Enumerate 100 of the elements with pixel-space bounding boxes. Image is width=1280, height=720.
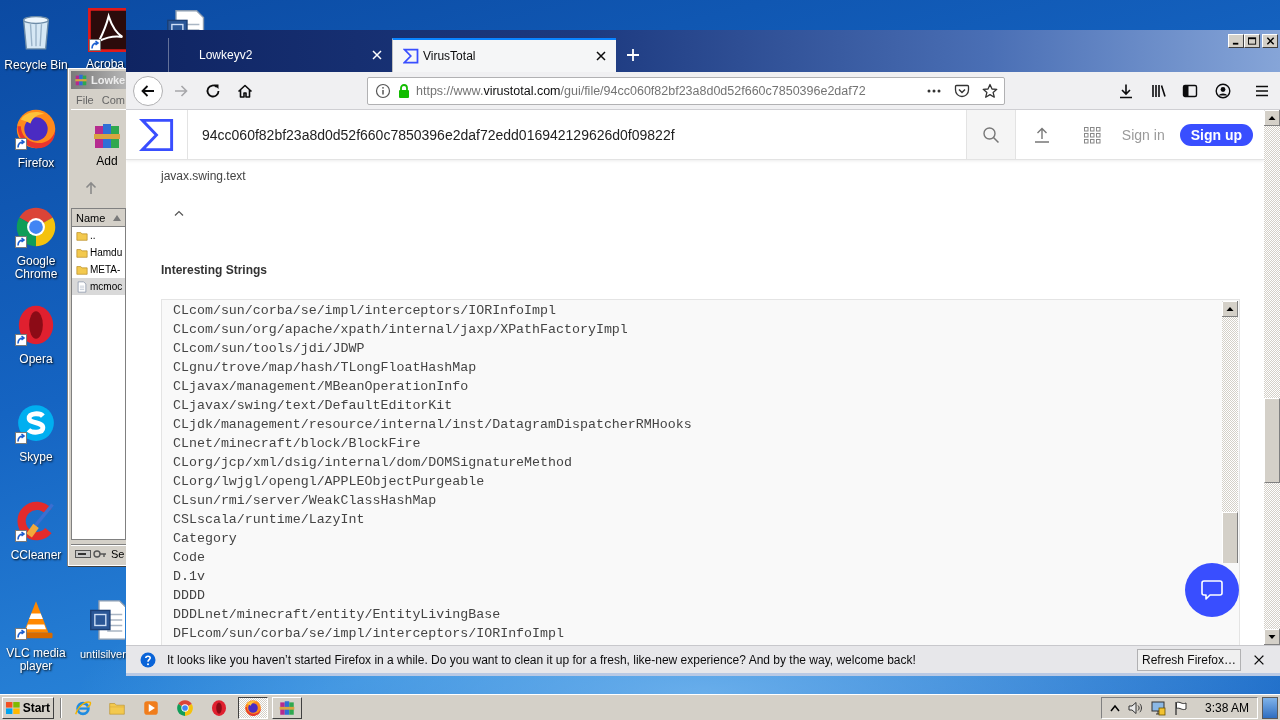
string-entry: CLcom/sun/org/apache/xpath/internal/jaxp/XPathFactoryImpl (173, 321, 628, 339)
file-row[interactable]: META- (72, 261, 125, 278)
chevron-up-icon[interactable] (1109, 703, 1120, 712)
add-button[interactable]: Add (91, 110, 123, 168)
string-entry: CLjavax/management/MBeanOperationInfo (173, 378, 469, 396)
string-entry: CLorg/lwjgl/opengl/APPLEObjectPurgeable (173, 473, 485, 491)
show-desktop-button[interactable] (1262, 696, 1278, 719)
sign-up-button[interactable]: Sign up (1179, 123, 1253, 146)
scrollbar-thumb[interactable] (1222, 512, 1238, 563)
string-entry: Category (173, 530, 237, 548)
folder-icon (76, 263, 88, 276)
opera-logo-icon (210, 698, 228, 717)
browser-tab[interactable]: VirusTotal (392, 38, 616, 72)
desktop-icon-label[interactable]: Acroba (86, 58, 124, 71)
desktop-icon-label[interactable]: Recycle Bin (0, 59, 72, 72)
sort-arrow-icon (113, 214, 122, 221)
close-icon (1265, 37, 1275, 45)
clock[interactable]: 3:38 AM (1204, 700, 1249, 715)
monitor-icon[interactable] (1149, 699, 1166, 716)
home-icon[interactable] (237, 82, 253, 99)
firefox-logo-icon[interactable] (14, 107, 58, 151)
url-text[interactable]: https://www.virustotal.com/gui/file/94cc060f82bf23a8d0d52f660c7850396e2daf72 (416, 83, 920, 98)
desktop-icon-label[interactable]: Firefox (0, 157, 72, 170)
scroll-up-arrow-icon[interactable] (1264, 110, 1280, 126)
string-entry: CLjdk/management/resource/internal/inst/DatagramDispatcherRMHooks (173, 416, 692, 434)
desktop-icon-label[interactable]: untilsilver (80, 648, 126, 661)
upload-icon[interactable] (1032, 125, 1051, 144)
question-mark-icon (140, 651, 156, 668)
section-title: Interesting Strings (161, 262, 267, 278)
internet-explorer-icon (74, 698, 92, 717)
string-entry: Code (173, 549, 205, 567)
library-icon[interactable] (1151, 82, 1167, 99)
refresh-button[interactable]: Refresh Firefox… (1136, 648, 1241, 671)
string-entry: CLgnu/trove/map/hash/TLongFloatHashMap (173, 359, 477, 377)
string-entry: CLcom/sun/corba/se/impl/interceptors/IORInfoImpl (173, 302, 556, 320)
address-bar[interactable]: https://www.virustotal.com/gui/file/94cc060f82bf23a8d0d52f660c7850396e2daf72 (367, 76, 1005, 105)
download-icon[interactable] (1118, 82, 1134, 99)
menu-item[interactable]: File (76, 94, 94, 106)
string-entry: CLsun/rmi/server/WeakClassHashMap (173, 492, 437, 510)
word-document-icon[interactable] (88, 598, 125, 642)
status-text: Se (111, 548, 125, 560)
drive-icon (75, 549, 91, 559)
start-button[interactable]: Start (2, 696, 54, 719)
desktop-icon-label[interactable]: VLC media player (0, 647, 72, 673)
minimize-button[interactable] (1228, 34, 1244, 48)
sidebar-icon[interactable] (1182, 82, 1198, 99)
speaker-icon[interactable] (1126, 699, 1143, 716)
list-entry: javax.swing.text (161, 168, 246, 184)
scroll-down-arrow-icon[interactable] (1264, 629, 1280, 645)
windows-logo-icon (6, 700, 20, 715)
back-button[interactable] (133, 75, 163, 106)
close-button[interactable] (1262, 34, 1278, 48)
menu-item[interactable]: Com (101, 94, 125, 106)
books-stack-icon (74, 73, 88, 87)
folder-icon (76, 229, 88, 242)
string-entry: CLorg/jcp/xml/dsig/internal/dom/DOMSignatureMethod (173, 454, 572, 472)
string-entry: DDDLnet/minecraft/entity/EntityLivingBase (173, 606, 501, 624)
info-icon[interactable] (375, 82, 391, 99)
column-header[interactable]: Name (72, 209, 125, 227)
string-entry: CSLscala/runtime/LazyInt (173, 511, 365, 529)
taskbar-button[interactable] (238, 696, 268, 719)
desktop-icon-label[interactable]: Google Chrome (0, 255, 72, 281)
key-icon (93, 549, 107, 559)
bookmark-star-icon[interactable] (982, 82, 998, 99)
sigma-logo-icon[interactable] (138, 116, 175, 153)
string-entry: DFLcom/sun/corba/se/impl/interceptors/IORInfoImpl (173, 625, 564, 643)
string-entry: DDDD (173, 587, 205, 605)
string-entry: CLjavax/swing/text/DefaultEditorKit (173, 397, 453, 415)
file-row[interactable]: .. (72, 227, 125, 244)
plus-icon[interactable] (625, 47, 641, 63)
search-icon[interactable] (981, 125, 1000, 144)
books-stack-icon (278, 698, 296, 717)
account-icon[interactable] (1215, 82, 1231, 99)
file-icon (76, 280, 88, 293)
notification-message: It looks like you haven’t started Firefox in a while. Do you want to clean it up for a fresh, like-new experience? And by the way, welcome back! (167, 652, 916, 667)
file-row[interactable]: Hamdu (72, 244, 125, 261)
maximize-icon (1247, 37, 1257, 45)
pocket-icon[interactable] (954, 82, 970, 99)
folder-icon (76, 246, 88, 259)
desktop-icon-label[interactable]: Opera (0, 353, 72, 366)
window-title: Lowke (91, 74, 126, 86)
maximize-button[interactable] (1244, 34, 1260, 48)
chrome-logo-icon[interactable] (14, 205, 58, 249)
search-field[interactable]: 94cc060f82bf23a8d0d52f660c7850396e2daf72edd016942129626d0f09822f (188, 110, 966, 159)
flag-icon[interactable] (1172, 699, 1189, 716)
desktop-icon-label[interactable]: CCleaner (0, 549, 72, 562)
scrollbar-thumb[interactable] (1264, 398, 1280, 483)
grid-icon[interactable] (1082, 125, 1101, 144)
speech-bubble-icon (1200, 579, 1224, 601)
desktop-icon-label[interactable]: Skype (0, 451, 72, 464)
string-entry: CLcom/sun/tools/jdi/JDWP (173, 340, 365, 358)
reload-icon[interactable] (205, 82, 221, 99)
file-row[interactable]: mcmoc (72, 278, 125, 295)
string-entry: CLnet/minecraft/block/BlockFire (173, 435, 421, 453)
lock-icon[interactable] (396, 82, 412, 99)
string-entry: D.1v (173, 568, 205, 586)
scroll-up-arrow-icon[interactable] (1222, 301, 1238, 317)
media-player-icon (142, 698, 160, 717)
chrome-logo-icon (176, 698, 194, 717)
acrobat-logo-icon[interactable] (88, 8, 126, 52)
